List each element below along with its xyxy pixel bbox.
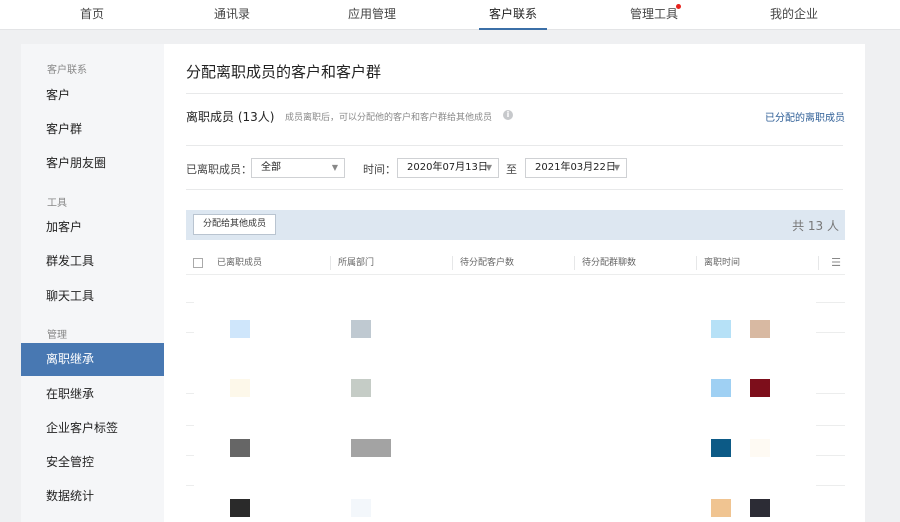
end-date-value: 2021年03月22日 [535,162,616,173]
redacted-department [351,499,371,517]
row-divider [186,332,194,333]
sidebar-item-add-customer[interactable]: 加客户 [21,211,164,244]
end-date-picker[interactable]: 2021年03月22日 ▼ [525,158,627,178]
redacted-time [750,439,770,457]
redacted-time [711,320,731,338]
table-toolbar: 分配给其他成员 共 13 人 [186,210,845,240]
redacted-department [351,439,391,457]
redacted-department [351,320,371,338]
column-separator [452,256,453,270]
redacted-avatar [230,379,250,397]
sidebar-group-tools: 工具 [47,198,67,209]
column-separator [574,256,575,270]
row-divider [186,485,194,486]
content-card: 客户联系 客户 客户群 客户朋友圈 工具 加客户 群发工具 聊天工具 管理 离职… [21,44,865,522]
main-content: 分配离职成员的客户和客户群 离职成员 (13人) 成员离职后，可以分配他的客户和… [164,44,865,522]
column-pending-customers[interactable]: 待分配客户数 [460,252,514,274]
member-select[interactable]: 全部 ▼ [251,158,345,178]
row-divider [186,302,194,303]
nav-home[interactable]: 首页 [22,0,162,29]
title-divider [186,93,843,94]
nav-app-management[interactable]: 应用管理 [302,0,442,29]
redacted-department [351,379,371,397]
section-title: 离职成员 (13人) [186,110,275,124]
nav-customer-contact[interactable]: 客户联系 [443,0,583,30]
total-count: 共 13 人 [792,219,839,233]
sidebar-item-security[interactable]: 安全管控 [21,446,164,479]
start-date-value: 2020年07月13日 [407,162,488,173]
filter-divider [186,189,843,190]
sidebar-item-active-inheritance[interactable]: 在职继承 [21,378,164,411]
row-divider [186,393,194,394]
sidebar-item-mass-send[interactable]: 群发工具 [21,245,164,278]
nav-contacts[interactable]: 通讯录 [162,0,302,29]
redacted-time [711,439,731,457]
select-all-checkbox[interactable] [193,258,203,268]
column-settings-icon[interactable]: ☰ [831,256,841,269]
sidebar: 客户联系 客户 客户群 客户朋友圈 工具 加客户 群发工具 聊天工具 管理 离职… [21,44,164,522]
notification-dot [676,4,681,9]
column-separator [330,256,331,270]
start-date-picker[interactable]: 2020年07月13日 ▼ [397,158,499,178]
table-header: 已离职成员 所属部门 待分配客户数 待分配群聊数 离职时间 ☰ [186,252,845,275]
sidebar-item-chat-tools[interactable]: 聊天工具 [21,280,164,313]
redacted-avatar [230,499,250,517]
date-range-separator: 至 [506,163,517,176]
sidebar-item-resigned-inheritance[interactable]: 离职继承 [21,343,164,376]
chevron-down-icon: ▼ [613,163,620,172]
sidebar-item-customers[interactable]: 客户 [21,79,164,112]
redacted-avatar [230,320,250,338]
page-title: 分配离职成员的客户和客户群 [186,63,382,81]
nav-management-tools[interactable]: 管理工具 [584,0,724,29]
nav-customer-contact-label: 客户联系 [488,7,537,21]
row-divider [186,455,194,456]
row-divider [816,455,845,456]
sidebar-item-customer-tags[interactable]: 企业客户标签 [21,412,164,445]
row-divider [816,485,845,486]
top-navigation: 首页 通讯录 应用管理 客户联系 管理工具 我的企业 [0,0,900,30]
redacted-time [711,379,731,397]
sidebar-item-statistics[interactable]: 数据统计 [21,480,164,513]
assign-to-others-button[interactable]: 分配给其他成员 [193,214,277,235]
redacted-avatar [230,439,250,457]
row-divider [816,302,845,303]
row-divider [816,332,845,333]
column-pending-groups[interactable]: 待分配群聊数 [582,252,636,274]
column-separator [696,256,697,270]
active-tab-underline [479,28,547,30]
nav-my-enterprise[interactable]: 我的企业 [724,0,864,29]
member-select-value: 全部 [261,162,281,173]
info-icon[interactable]: i [503,110,513,120]
redacted-time [750,499,770,517]
section-divider [186,145,843,146]
sidebar-group-customer-contact: 客户联系 [47,65,87,76]
chevron-down-icon: ▼ [485,163,492,172]
chevron-down-icon: ▼ [331,163,338,172]
time-filter-label: 时间： [363,163,396,176]
nav-management-tools-label: 管理工具 [629,7,678,21]
row-divider [816,425,845,426]
column-department[interactable]: 所属部门 [338,252,374,274]
redacted-time [711,499,731,517]
row-divider [186,425,194,426]
column-resign-time[interactable]: 离职时间 [704,252,740,274]
column-resigned-member[interactable]: 已离职成员 [217,252,262,274]
redacted-time [750,320,770,338]
sidebar-group-manage: 管理 [47,330,67,341]
assigned-members-link[interactable]: 已分配的离职成员 [765,109,845,124]
section-description: 成员离职后，可以分配他的客户和客户群给其他成员 [285,113,493,123]
row-divider [816,393,845,394]
column-separator [818,256,819,270]
sidebar-item-customer-groups[interactable]: 客户群 [21,113,164,146]
sidebar-item-moments[interactable]: 客户朋友圈 [21,147,164,180]
member-filter-label: 已离职成员： [186,163,252,176]
redacted-time [750,379,770,397]
